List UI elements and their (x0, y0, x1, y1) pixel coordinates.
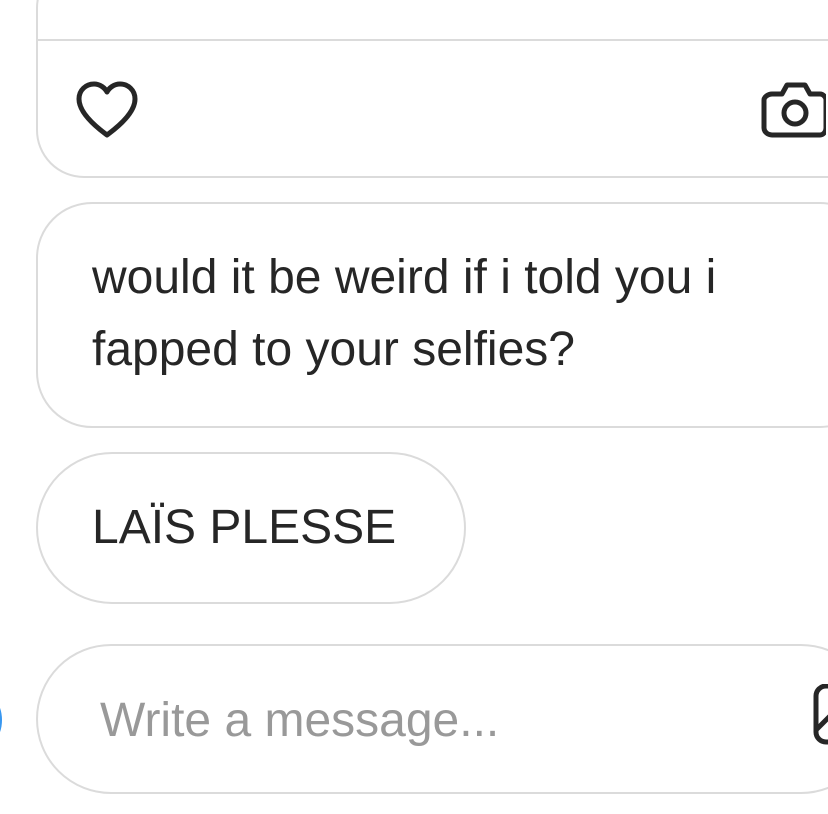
message-input[interactable] (100, 684, 780, 756)
direct-message-thread: would it be weird if i told you i fapped… (0, 0, 828, 814)
gallery-icon[interactable] (812, 683, 828, 756)
message-bubble[interactable]: LAÏS PLESSE (36, 452, 466, 604)
camera-shortcut-button[interactable] (0, 684, 2, 756)
message-text-line: fapped to your selfies? (92, 323, 575, 376)
message-text-line: would it be weird if i told you i (92, 251, 717, 304)
message-bubble[interactable]: would it be weird if i told you i fapped… (36, 202, 828, 428)
message-composer (36, 644, 828, 794)
shared-media-card (36, 0, 828, 178)
heart-icon[interactable] (75, 81, 139, 139)
card-divider (38, 39, 828, 41)
camera-icon[interactable] (760, 80, 828, 138)
message-text: LAÏS PLESSE (92, 501, 397, 554)
